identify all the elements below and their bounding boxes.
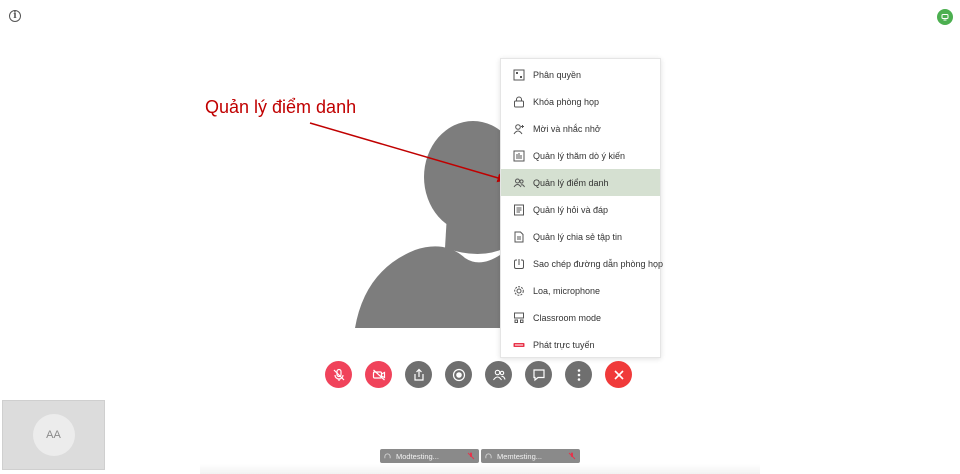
menu-item-attendance[interactable]: Quản lý điểm danh [501,169,660,196]
menu-item-copy-link[interactable]: Sao chép đường dẫn phòng họp [501,250,664,277]
camera-off-icon [372,369,385,380]
mute-mic-button[interactable] [325,361,352,388]
menu-item-classroom-mode[interactable]: Classroom mode [501,304,660,331]
participant-name: Memtesting... [497,451,543,461]
menu-item-audio-settings[interactable]: Loa, microphone [501,277,660,304]
record-icon [452,368,465,381]
menu-item-label: Phát trực tuyến [533,339,595,350]
menu-item-label: Sao chép đường dẫn phòng họp [533,258,664,269]
annotation-label: Quản lý điểm danh [205,97,357,117]
self-video-tile[interactable]: AA [2,400,105,470]
menu-item-file-share[interactable]: Quản lý chia sẻ tập tin [501,223,660,250]
menu-item-label: Quản lý điểm danh [533,177,609,188]
end-call-button[interactable] [605,361,632,388]
menu-item-label: Quản lý chia sẻ tập tin [533,231,623,242]
qa-icon [513,204,525,216]
more-options-icon [577,368,580,381]
live-stream-icon [513,339,525,351]
info-icon[interactable]: i [9,10,21,22]
menu-item-label: Quản lý thăm dò ý kiến [533,150,626,161]
menu-item-label: Classroom mode [533,312,602,323]
headset-icon [485,453,492,460]
record-button[interactable] [445,361,472,388]
menu-item-label: Quản lý hỏi và đáp [533,204,609,215]
file-share-icon [513,231,525,243]
participant-chip[interactable]: Memtesting... [481,449,580,463]
settings-gear-icon [513,285,525,297]
chat-icon [532,368,545,381]
poll-icon [513,150,525,162]
chat-button[interactable] [525,361,552,388]
share-screen-button[interactable] [405,361,432,388]
camera-toggle-button[interactable] [365,361,392,388]
lock-icon [513,96,525,108]
headset-icon [384,453,391,460]
menu-item-permissions[interactable]: Phân quyền [501,61,660,88]
invite-user-icon [513,123,525,135]
bottom-shade [200,464,760,474]
mic-muted-icon [333,368,344,381]
participants-button[interactable] [485,361,512,388]
permissions-icon [513,69,525,81]
more-options-button[interactable] [565,361,592,388]
attendance-icon [513,177,525,189]
menu-item-label: Phân quyền [533,69,582,80]
end-call-icon [613,369,624,380]
mic-muted-icon [467,452,475,460]
copy-link-icon [513,258,525,270]
admin-options-menu: Phân quyền Khóa phòng họp Mời và nhắc nh… [500,58,664,358]
meeting-stage: i Quản lý điểm danh Phân quyền Khóa phòn… [0,0,960,474]
menu-item-live-stream[interactable]: Phát trực tuyến [501,331,660,358]
menu-item-label: Mời và nhắc nhở [533,123,601,134]
menu-item-qa[interactable]: Quản lý hỏi và đáp [501,196,660,223]
participant-name: Modtesting... [396,451,439,461]
share-screen-icon [413,368,424,381]
participant-strip: Modtesting... Memtesting... [380,449,580,463]
menu-item-lock-room[interactable]: Khóa phòng họp [501,88,660,115]
participants-icon [492,369,506,380]
network-status-icon[interactable] [937,9,953,25]
mic-muted-icon [568,452,576,460]
menu-item-invite[interactable]: Mời và nhắc nhở [501,115,660,142]
call-toolbar [325,361,632,388]
menu-item-polls[interactable]: Quản lý thăm dò ý kiến [501,142,660,169]
avatar: AA [32,414,75,456]
participant-chip[interactable]: Modtesting... [380,449,479,463]
menu-item-label: Loa, microphone [533,285,601,296]
classroom-icon [513,312,525,324]
menu-item-label: Khóa phòng họp [533,96,600,107]
